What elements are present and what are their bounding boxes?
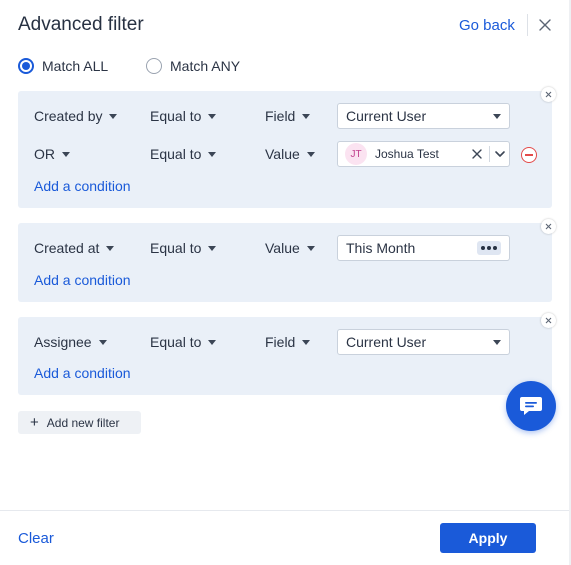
date-value-text: This Month (346, 240, 416, 256)
remove-group-button[interactable] (541, 313, 556, 328)
caret-down-icon (109, 113, 118, 119)
add-condition-link[interactable]: Add a condition (34, 178, 131, 194)
field-dropdown[interactable]: Created by (34, 106, 118, 126)
caret-down-icon (106, 245, 115, 251)
caret-down-icon (62, 151, 70, 157)
header-divider (527, 14, 528, 36)
advanced-filter-panel: Advanced filter Go back Match ALL Match … (0, 0, 571, 565)
remove-condition-button[interactable] (521, 147, 537, 163)
chat-button[interactable] (506, 381, 556, 431)
operator-label: Equal to (150, 108, 202, 124)
caret-down-icon (493, 340, 501, 345)
value-select-text: Current User (346, 334, 427, 350)
apply-button[interactable]: Apply (440, 523, 536, 553)
caret-down-icon (98, 339, 107, 345)
operator-label: Equal to (150, 334, 202, 350)
caret-down-icon (302, 113, 311, 119)
caret-down-icon (302, 339, 311, 345)
caret-down-icon (208, 151, 217, 157)
remove-group-button[interactable] (541, 219, 556, 234)
more-horizontal-icon[interactable] (477, 241, 501, 255)
value-type-label: Value (265, 240, 300, 256)
user-chip-name: Joshua Test (375, 147, 439, 161)
field-label: Assignee (34, 334, 92, 350)
operator-dropdown[interactable]: Equal to (150, 332, 217, 352)
clear-button[interactable]: Clear (18, 530, 54, 547)
remove-group-button[interactable] (541, 87, 556, 102)
footer-divider (0, 510, 571, 511)
logic-dropdown[interactable]: OR (34, 144, 70, 164)
caret-down-icon (306, 151, 315, 157)
operator-label: Equal to (150, 146, 202, 162)
select-divider (489, 146, 490, 162)
field-label: Created by (34, 108, 103, 124)
operator-dropdown[interactable]: Equal to (150, 238, 217, 258)
field-dropdown[interactable]: Created at (34, 238, 115, 258)
filter-group-1: Created by Equal to Field Current User O… (18, 87, 556, 208)
match-any-label: Match ANY (170, 58, 241, 74)
operator-dropdown[interactable]: Equal to (150, 106, 217, 126)
caret-down-icon (493, 114, 501, 119)
add-condition-link[interactable]: Add a condition (34, 365, 131, 381)
caret-down-icon (208, 245, 217, 251)
value-type-dropdown[interactable]: Field (265, 332, 311, 352)
page-title: Advanced filter (18, 14, 144, 35)
match-all-label: Match ALL (42, 58, 109, 74)
value-type-label: Value (265, 146, 300, 162)
close-icon[interactable] (538, 18, 552, 32)
avatar: JT (345, 143, 367, 165)
match-all-radio[interactable]: Match ALL (18, 57, 108, 75)
chevron-down-icon[interactable] (494, 149, 506, 159)
go-back-link[interactable]: Go back (459, 17, 515, 34)
filter-group-2: Created at Equal to Value This Month Add… (18, 219, 556, 302)
date-value-input[interactable]: This Month (337, 235, 510, 261)
filter-group-3: Assignee Equal to Field Current User Add… (18, 313, 556, 395)
add-condition-link[interactable]: Add a condition (34, 272, 131, 288)
field-label: Created at (34, 240, 100, 256)
logic-label: OR (34, 146, 55, 162)
field-dropdown[interactable]: Assignee (34, 332, 107, 352)
close-icon (545, 223, 552, 230)
value-type-dropdown[interactable]: Field (265, 106, 311, 126)
user-multiselect[interactable]: JT Joshua Test (337, 141, 510, 167)
caret-down-icon (208, 113, 217, 119)
radio-selected-icon (18, 58, 34, 74)
caret-down-icon (306, 245, 315, 251)
value-type-label: Field (265, 334, 296, 350)
chat-icon (520, 397, 542, 415)
match-any-radio[interactable]: Match ANY (146, 57, 240, 75)
radio-unselected-icon (146, 58, 162, 74)
caret-down-icon (208, 339, 217, 345)
clear-icon[interactable] (472, 149, 482, 159)
value-select-text: Current User (346, 108, 427, 124)
operator-dropdown[interactable]: Equal to (150, 144, 217, 164)
plus-icon: + (30, 414, 39, 431)
value-type-dropdown[interactable]: Value (265, 238, 315, 258)
value-type-label: Field (265, 108, 296, 124)
add-new-filter-label: Add new filter (46, 415, 120, 430)
close-icon (545, 317, 552, 324)
value-select[interactable]: Current User (337, 329, 510, 355)
value-type-dropdown[interactable]: Value (265, 144, 315, 164)
close-icon (545, 91, 552, 98)
value-select[interactable]: Current User (337, 103, 510, 129)
operator-label: Equal to (150, 240, 202, 256)
add-new-filter-button[interactable]: + Add new filter (18, 411, 141, 434)
